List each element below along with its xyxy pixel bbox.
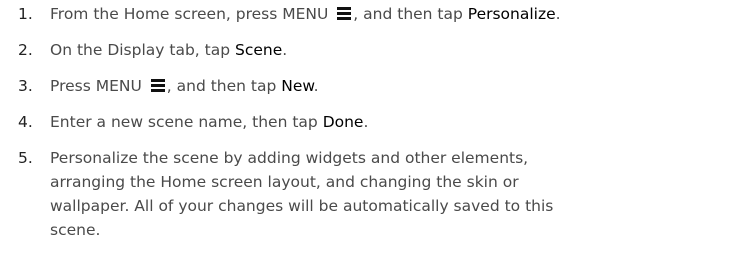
ui-term-scene: Scene — [235, 41, 283, 59]
step-text-line: scene. — [50, 221, 101, 239]
instruction-list: 1. From the Home screen, press MENU , an… — [0, 0, 743, 256]
step-number: 5. — [18, 149, 33, 167]
step-text-segment: . — [313, 77, 319, 95]
step-text-segment: . — [555, 5, 561, 23]
ui-term-personalize: Personalize — [467, 5, 556, 23]
step-number: 2. — [18, 41, 33, 59]
step-number: 3. — [18, 77, 33, 95]
step-number: 4. — [18, 113, 33, 131]
step-text-segment: Enter a new scene name, then tap — [50, 113, 323, 131]
step-text: On the Display tab, tap Scene. — [50, 38, 735, 62]
ui-term-new: New — [281, 77, 314, 95]
step-text-line: Personalize the scene by adding widgets … — [50, 149, 529, 167]
step-text-segment: On the Display tab, tap — [50, 41, 235, 59]
menu-icon — [150, 79, 165, 93]
step-text-segment: , and then tap — [166, 77, 282, 95]
step-text-line: wallpaper. All of your changes will be a… — [50, 197, 554, 215]
ui-term-done: Done — [322, 113, 364, 131]
menu-icon — [337, 7, 352, 21]
step-text: Press MENU , and then tap New. — [50, 74, 735, 98]
step-text-segment: From the Home screen, press MENU — [50, 5, 334, 23]
step-text-segment: Press MENU — [50, 77, 147, 95]
step-text-line: arranging the Home screen layout, and ch… — [50, 173, 519, 191]
step-text-segment: . — [363, 113, 369, 131]
step-text: Enter a new scene name, then tap Done. — [50, 110, 735, 134]
step-text-segment: , and then tap — [353, 5, 468, 23]
step-text-segment: . — [282, 41, 288, 59]
step-text: From the Home screen, press MENU , and t… — [50, 2, 735, 26]
step-number: 1. — [18, 5, 33, 23]
